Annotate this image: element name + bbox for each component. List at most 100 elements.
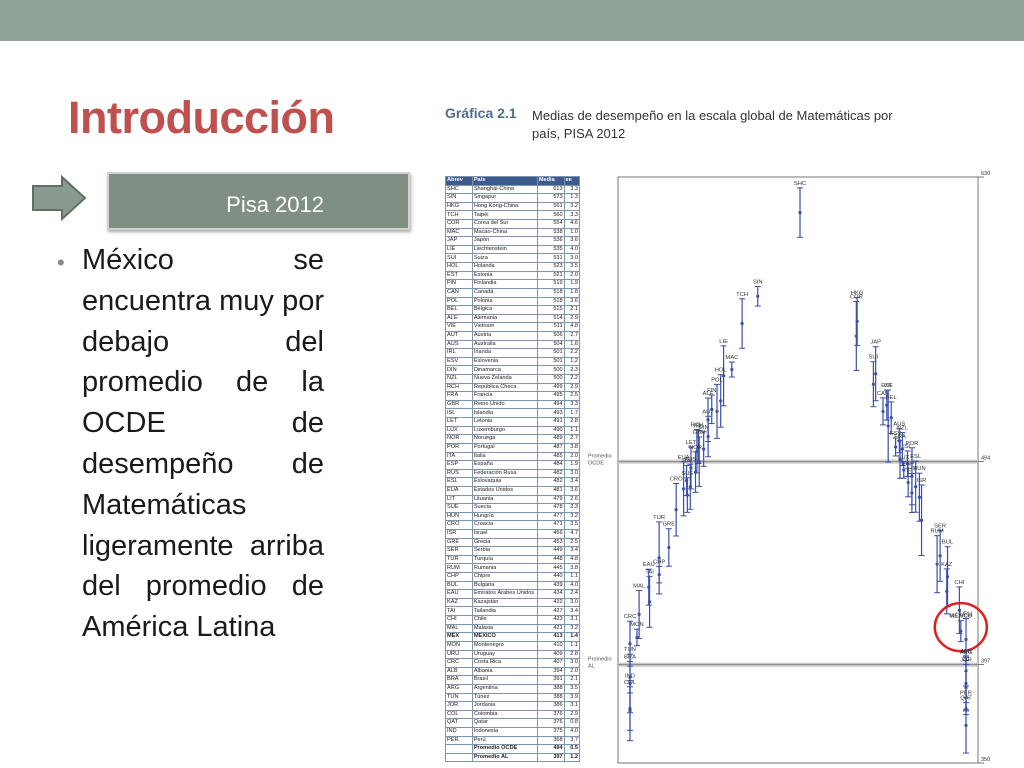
pisa-label: Pisa 2012 — [226, 192, 324, 217]
table-cell: 388 — [536, 692, 565, 703]
data-label: MAC — [725, 355, 738, 361]
table-cell: 484 — [536, 460, 565, 470]
data-point — [914, 485, 918, 489]
table-row: KAZ Kazajstán 432 3.0 — [445, 597, 581, 608]
table-cell: Suecia — [471, 503, 538, 513]
table-cell: 4.6 — [563, 219, 581, 229]
table-row: JAP Japón 536 3.6 — [445, 236, 581, 246]
data-label: RCH — [691, 422, 704, 428]
table-cell: 1.3 — [563, 193, 581, 203]
table-cell: 485 — [536, 451, 565, 462]
table-row: CAN Canadá 518 1.8 — [445, 287, 581, 298]
table-cell: ESV — [445, 356, 473, 367]
table-cell: 449 — [536, 546, 565, 556]
data-label: SUI — [869, 355, 879, 361]
data-point — [854, 334, 858, 338]
table-cell: Vietnam — [471, 322, 538, 332]
table-cell: Tailandia — [471, 606, 538, 617]
table-cell: EAU — [445, 589, 473, 599]
table-row: ALE Alemania 514 2.9 — [445, 313, 581, 324]
table-cell: CRC — [445, 658, 473, 668]
table-row: PER Perú 368 3.7 — [445, 735, 581, 746]
table-cell: 504 — [536, 339, 565, 350]
data-label: GRE — [663, 522, 676, 528]
table-cell: 3.2 — [563, 623, 581, 634]
data-point — [874, 372, 878, 376]
table-cell: Jordania — [471, 701, 538, 711]
table-cell: Austria — [471, 330, 538, 341]
table-cell: 397 — [536, 752, 565, 763]
table-row: ITA Italia 485 2.0 — [445, 451, 581, 462]
table-cell: 3.2 — [563, 511, 581, 522]
pisa-label-box: Pisa 2012 — [107, 172, 410, 230]
table-cell: BUL — [445, 580, 473, 591]
table-cell: SIN — [445, 193, 473, 203]
right-arrow-icon — [32, 174, 87, 222]
data-point — [688, 485, 692, 489]
data-label: MON — [630, 622, 644, 628]
table-cell: 490 — [536, 425, 565, 436]
table-row: CRO Croacia 471 3.5 — [445, 520, 581, 530]
table-row: GRE Grecia 453 2.5 — [445, 537, 581, 548]
table-cell: Federación Rusa — [471, 468, 538, 479]
table-row: RUM Rumania 445 3.8 — [445, 563, 581, 574]
data-label: IND — [625, 674, 635, 680]
table-cell: GBR — [445, 399, 473, 410]
table-cell: 439 — [536, 580, 565, 591]
table-cell: 1.6 — [563, 339, 581, 350]
table-header-cell: Abrev — [445, 176, 473, 186]
data-point — [871, 382, 875, 386]
data-point — [919, 518, 924, 522]
table-cell: 482 — [536, 477, 565, 487]
table-cell: ISR — [445, 529, 473, 539]
table-row: ALB Albania 394 2.0 — [445, 666, 581, 677]
table-cell: Hungría — [471, 511, 538, 522]
figure-number: Gráfica 2.1 — [445, 105, 517, 121]
table-cell: Dinamarca — [471, 365, 538, 375]
data-label: HOL — [715, 368, 728, 374]
table-cell: MÉXICO — [471, 632, 538, 642]
table-cell: Turquía — [471, 554, 538, 565]
table-cell: 0.8 — [563, 718, 581, 728]
data-label: POL — [711, 377, 723, 383]
table-cell: 1.2 — [563, 356, 581, 367]
table-cell: COL — [445, 709, 473, 720]
table-cell: Rumania — [471, 563, 538, 574]
table-cell: ISL — [445, 408, 473, 419]
table-row: ESL Eslovaquia 482 3.4 — [445, 477, 581, 487]
data-label: CHP — [653, 559, 665, 565]
table-cell: FRA — [445, 391, 473, 401]
table-cell: ALE — [445, 313, 473, 324]
data-point — [959, 629, 963, 633]
table-row: TCH Taipéi 560 3.3 — [445, 210, 581, 221]
table-cell: 560 — [536, 210, 565, 221]
table-cell: Alemania — [471, 313, 538, 324]
table-cell: EST — [445, 270, 473, 281]
data-label: TUR — [653, 515, 665, 521]
table-cell: 2.9 — [563, 313, 581, 324]
table-cell: 501 — [536, 348, 565, 358]
table-cell: 487 — [536, 442, 565, 453]
table-row: EUA Estados Unidos 481 3.6 — [445, 485, 581, 496]
data-point — [730, 367, 734, 372]
table-row: MON Montenegro 410 1.1 — [445, 640, 581, 651]
table-cell: Brasil — [471, 675, 538, 685]
data-label: TAI — [645, 569, 654, 575]
table-cell: 391 — [536, 675, 565, 685]
table-cell: 4.7 — [563, 529, 581, 539]
data-point — [628, 642, 632, 646]
table-row: URU Uruguay 409 2.8 — [445, 649, 581, 660]
table-cell: 2.8 — [563, 649, 581, 660]
table-cell: LET — [445, 417, 473, 427]
table-cell: Bulgaria — [471, 580, 538, 591]
table-cell: 500 — [536, 365, 565, 375]
table-cell: RUM — [445, 563, 473, 574]
table-cell: Australia — [471, 339, 538, 350]
table-row: BUL Bulgaria 439 4.0 — [445, 580, 581, 591]
data-point — [756, 294, 760, 298]
table-cell: Túnez — [471, 692, 538, 703]
table-row: SUE Suecia 478 2.3 — [445, 503, 581, 513]
table-cell: 0.5 — [563, 744, 581, 754]
data-point — [881, 409, 885, 413]
table-cell: BEL — [445, 305, 473, 315]
